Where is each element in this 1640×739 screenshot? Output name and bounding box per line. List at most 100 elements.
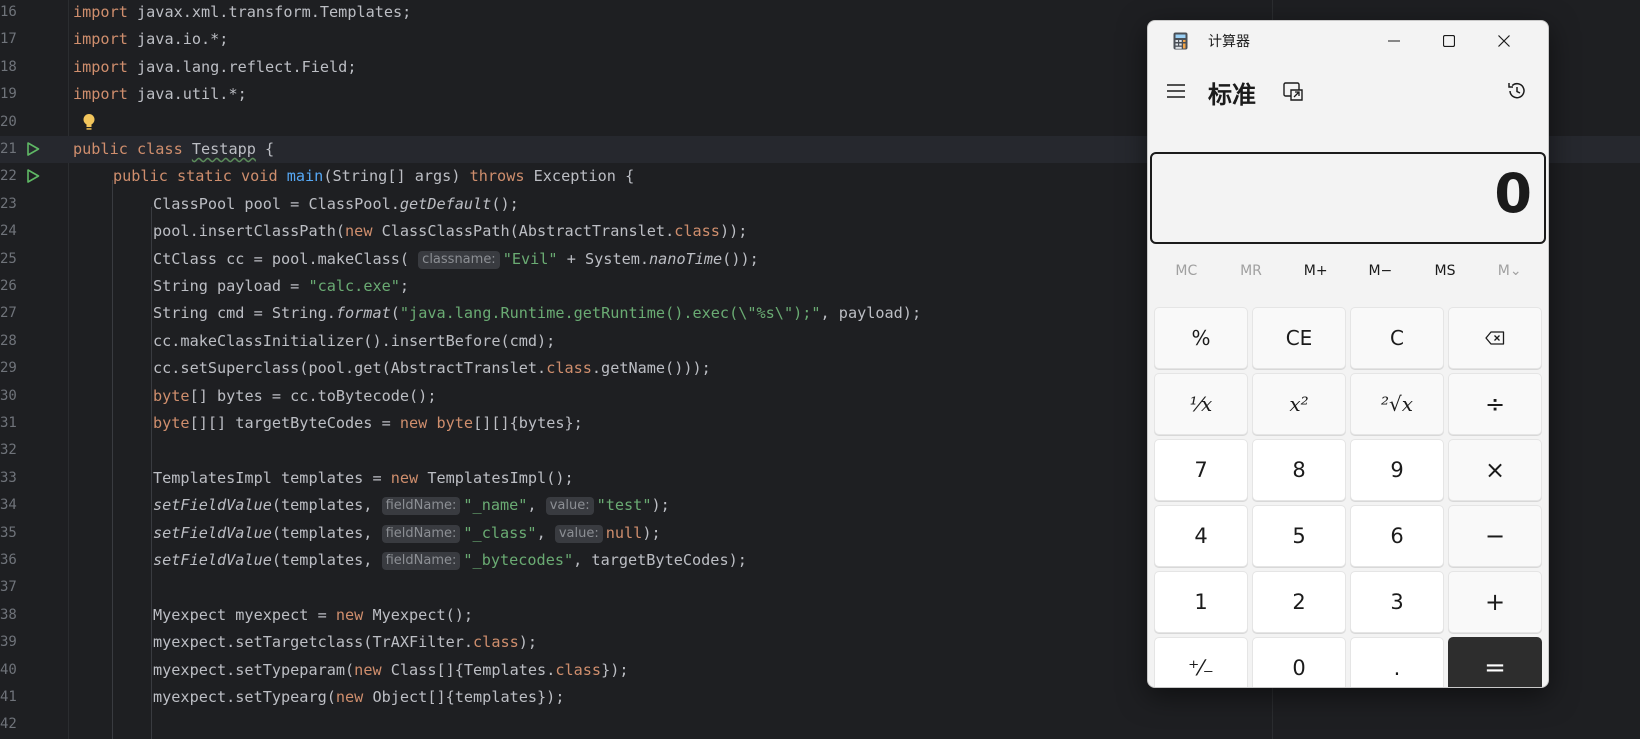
- code-text: import javax.xml.transform.Templates;: [73, 3, 412, 21]
- close-button[interactable]: [1481, 21, 1527, 61]
- hamburger-menu-icon[interactable]: [1166, 81, 1186, 101]
- decimal-button[interactable]: .: [1350, 637, 1444, 687]
- code-text: public static void main(String[] args) t…: [113, 167, 635, 186]
- code-text: import java.lang.reflect.Field;: [73, 57, 357, 76]
- backspace-icon: [1485, 331, 1505, 345]
- parameter-hint: fieldName:: [381, 524, 461, 543]
- square-button[interactable]: x²: [1252, 373, 1346, 435]
- line-number: 31: [0, 415, 17, 431]
- line-number: 21: [0, 141, 17, 157]
- result-display: 0: [1150, 152, 1546, 244]
- history-icon[interactable]: [1506, 80, 1528, 102]
- line-number: 35: [0, 524, 17, 541]
- square-root-button[interactable]: ²√x: [1350, 373, 1444, 435]
- calculator-app-icon: [1173, 32, 1188, 50]
- digit-4-button[interactable]: 4: [1154, 505, 1248, 567]
- parameter-hint: value:: [554, 524, 603, 543]
- line-number: 23: [0, 195, 17, 212]
- code-text: Myexpect myexpect = new Myexpect();: [153, 605, 474, 624]
- line-number: 42: [0, 716, 17, 733]
- run-icon[interactable]: [26, 169, 40, 184]
- subtract-button[interactable]: −: [1448, 505, 1542, 567]
- clear-button[interactable]: C: [1350, 307, 1444, 369]
- code-line: 42: [0, 711, 1640, 738]
- code-text: TemplatesImpl templates = new TemplatesI…: [153, 468, 574, 487]
- calculator-titlebar[interactable]: 计算器: [1148, 21, 1548, 61]
- line-number: 19: [0, 86, 17, 103]
- lightbulb-icon[interactable]: [82, 113, 96, 131]
- memory-add-button[interactable]: M+: [1283, 256, 1348, 286]
- digit-1-button[interactable]: 1: [1154, 571, 1248, 633]
- maximize-button[interactable]: [1426, 21, 1472, 61]
- line-number: 34: [0, 497, 17, 514]
- code-text: String payload = "calc.exe";: [153, 277, 410, 295]
- code-text: setFieldValue(templates, fieldName: "_byt…: [153, 551, 747, 570]
- code-text: byte[] bytes = cc.toBytecode();: [153, 386, 437, 405]
- line-number: 39: [0, 634, 17, 651]
- memory-subtract-button[interactable]: M−: [1348, 256, 1413, 286]
- line-number: 18: [0, 58, 17, 75]
- memory-list-button[interactable]: M⌄: [1477, 256, 1542, 286]
- line-number: 28: [0, 332, 17, 349]
- line-number: 38: [0, 606, 17, 623]
- digit-5-button[interactable]: 5: [1252, 505, 1346, 567]
- keep-on-top-icon[interactable]: [1282, 80, 1304, 102]
- parameter-hint: classname:: [418, 250, 500, 269]
- digit-7-button[interactable]: 7: [1154, 439, 1248, 501]
- close-icon: [1498, 35, 1510, 47]
- mode-title: 标准: [1208, 81, 1256, 109]
- line-number: 30: [0, 387, 17, 404]
- digit-9-button[interactable]: 9: [1350, 439, 1444, 501]
- backspace-button[interactable]: [1448, 307, 1542, 369]
- code-text: ClassPool pool = ClassPool.getDefault();: [153, 194, 519, 213]
- line-number: 36: [0, 552, 17, 568]
- line-number: 20: [0, 113, 17, 130]
- code-text: String cmd = String.format("java.lang.Ru…: [153, 304, 922, 323]
- memory-clear-button[interactable]: MC: [1154, 256, 1219, 286]
- reciprocal-button[interactable]: ¹⁄x: [1154, 373, 1248, 435]
- mode-bar: 标准: [1148, 71, 1548, 111]
- code-line: 41 myexpect.setTypearg(new Object[]{temp…: [0, 684, 1640, 711]
- window-title: 计算器: [1208, 34, 1250, 50]
- divide-button[interactable]: ÷: [1448, 373, 1542, 435]
- code-text: CtClass cc = pool.makeClass( classname: "…: [153, 249, 759, 269]
- line-number: 27: [0, 305, 17, 322]
- code-text: byte[][] targetByteCodes = new byte[][]{…: [153, 414, 583, 432]
- digit-6-button[interactable]: 6: [1350, 505, 1444, 567]
- digit-2-button[interactable]: 2: [1252, 571, 1346, 633]
- memory-store-button[interactable]: MS: [1413, 256, 1478, 286]
- parameter-hint: fieldName:: [381, 552, 461, 570]
- calculator-window[interactable]: 计算器 标准 0 MC MR M+ M− MS M⌄ % CE C ¹⁄x x²…: [1147, 20, 1549, 688]
- digit-8-button[interactable]: 8: [1252, 439, 1346, 501]
- parameter-hint: value:: [545, 497, 594, 516]
- run-icon[interactable]: [26, 142, 40, 156]
- code-text: pool.insertClassPath(new ClassClassPath(…: [153, 222, 748, 241]
- line-number: 41: [0, 689, 17, 705]
- line-number: 40: [0, 661, 17, 678]
- clear-entry-button[interactable]: CE: [1252, 307, 1346, 369]
- memory-row: MC MR M+ M− MS M⌄: [1154, 256, 1542, 286]
- code-text: myexpect.setTargetclass(TrAXFilter.class…: [153, 633, 538, 652]
- digit-3-button[interactable]: 3: [1350, 571, 1444, 633]
- parameter-hint: fieldName:: [381, 497, 461, 516]
- code-text: setFieldValue(templates, fieldName: "_nam…: [153, 496, 670, 516]
- code-text: import java.util.*;: [73, 85, 247, 104]
- memory-recall-button[interactable]: MR: [1219, 256, 1284, 286]
- minimize-button[interactable]: [1371, 21, 1417, 61]
- line-number: 25: [0, 250, 17, 267]
- add-button[interactable]: +: [1448, 571, 1542, 633]
- percent-button[interactable]: %: [1154, 307, 1248, 369]
- equals-button[interactable]: =: [1448, 637, 1542, 687]
- code-text: cc.setSuperclass(pool.get(AbstractTransl…: [153, 359, 711, 378]
- line-number: 29: [0, 360, 17, 377]
- minimize-icon: [1388, 40, 1400, 42]
- negate-button[interactable]: ⁺⁄₋: [1154, 637, 1248, 687]
- code-text: setFieldValue(templates, fieldName: "_cla…: [153, 523, 661, 543]
- code-text: myexpect.setTypeparam(new Class[]{Templa…: [153, 660, 629, 679]
- code-text: public class Testapp {: [73, 140, 275, 158]
- multiply-button[interactable]: ×: [1448, 439, 1542, 501]
- maximize-icon: [1443, 35, 1455, 47]
- line-number: 24: [0, 223, 17, 240]
- digit-0-button[interactable]: 0: [1252, 637, 1346, 687]
- code-text: cc.makeClassInitializer().insertBefore(c…: [153, 331, 556, 350]
